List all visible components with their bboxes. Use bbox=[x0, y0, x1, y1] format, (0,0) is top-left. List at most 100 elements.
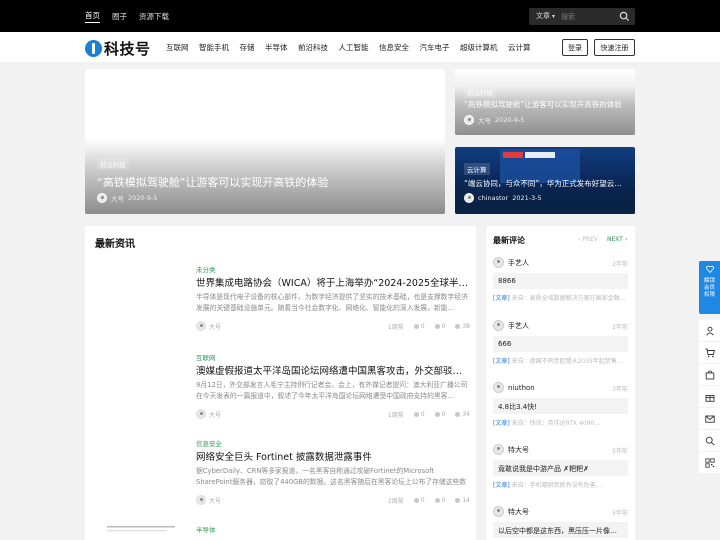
comment-source[interactable]: [文章] 来自：快讯：英伟达RTX 4090… bbox=[493, 418, 628, 427]
top-nav-circle[interactable]: 圈子 bbox=[112, 11, 127, 22]
slide-title[interactable]: “高铁模拟驾驶舱”让游客可以实现开高铁的体验 bbox=[464, 99, 630, 110]
view-count: 38 bbox=[455, 322, 470, 331]
side-bag-button[interactable] bbox=[699, 364, 720, 385]
avatar[interactable] bbox=[97, 193, 107, 203]
post-category[interactable]: 信息安全 bbox=[196, 438, 222, 448]
site-logo[interactable]: 科技号 bbox=[85, 38, 151, 59]
comment-count[interactable]: 0 bbox=[434, 322, 445, 331]
comment-user[interactable]: 特大号 bbox=[493, 506, 529, 517]
nav-smartphone[interactable]: 智能手机 bbox=[199, 42, 229, 53]
like-count[interactable]: 0 bbox=[413, 322, 425, 331]
top-nav-download[interactable]: 资源下载 bbox=[139, 11, 169, 22]
comment-text[interactable]: 4.8比3.4快! bbox=[493, 398, 628, 414]
featured-slide-main[interactable]: 前沿科技 “高铁模拟驾驶舱”让游客可以实现开高铁的体验 大号 2020-9-5 bbox=[85, 69, 445, 214]
side-qrcode-button[interactable] bbox=[699, 452, 720, 473]
login-button[interactable]: 登录 bbox=[562, 39, 588, 56]
post-category[interactable]: 未分类 bbox=[196, 264, 216, 274]
like-count[interactable]: 0 bbox=[413, 496, 425, 505]
register-button[interactable]: 快速注册 bbox=[594, 39, 635, 56]
slide-author[interactable]: 大号 bbox=[111, 193, 124, 203]
slide-meta: 大号 2020-9-5 bbox=[97, 193, 158, 203]
slide-author[interactable]: 大号 bbox=[478, 115, 491, 125]
nav-frontier-tech[interactable]: 前沿科技 bbox=[298, 42, 328, 53]
post-title[interactable]: 世界集成电路协会（WICA）将于上海举办“2024-2025全球半导体… bbox=[196, 275, 470, 289]
post-author[interactable]: 大号 bbox=[196, 495, 221, 505]
avatar[interactable] bbox=[464, 193, 474, 203]
comment-user[interactable]: 手艺人 bbox=[493, 257, 529, 268]
avatar bbox=[196, 409, 206, 419]
search-type-select[interactable]: 文章 bbox=[536, 11, 555, 21]
list-item: 互联网 澳媒虚假报道太平洋岛国论坛网络遭中国黑客攻击，外交部驳斥！ 9月12日，… bbox=[95, 352, 470, 432]
promo-line-3: 权限 bbox=[703, 292, 715, 298]
slide-category-tag[interactable]: 前沿科技 bbox=[464, 86, 496, 98]
comment-value: 0 bbox=[441, 411, 446, 418]
slide-title[interactable]: “端云协同，与众不同”，华为正式发布好望云… bbox=[464, 178, 630, 189]
top-nav-home[interactable]: 首页 bbox=[85, 10, 100, 23]
slide-author[interactable]: chinastor bbox=[478, 194, 508, 202]
side-cart-button[interactable] bbox=[699, 342, 720, 363]
comment-text[interactable]: 666 bbox=[493, 336, 628, 352]
post-category[interactable]: 半导体 bbox=[196, 524, 216, 534]
post-thumbnail[interactable] bbox=[95, 438, 187, 516]
prev-button[interactable]: ‹ PREV bbox=[578, 236, 598, 243]
main-nav: 互联网 智能手机 存储 半导体 前沿科技 人工智能 信息安全 汽车电子 超级计算… bbox=[166, 32, 531, 62]
promo-line-2: 会员 bbox=[703, 285, 715, 291]
post-thumbnail[interactable] bbox=[95, 352, 187, 430]
side-mail-button[interactable] bbox=[699, 408, 720, 429]
post-time: 1周前 bbox=[387, 412, 404, 419]
avatar[interactable] bbox=[464, 115, 474, 125]
view-value: 14 bbox=[462, 497, 470, 504]
nav-security[interactable]: 信息安全 bbox=[379, 42, 409, 53]
next-button[interactable]: NEXT › bbox=[607, 236, 627, 243]
comment-source[interactable]: [文章] 来自：德国不同意欧盟从2035年起禁售… bbox=[493, 356, 628, 365]
side-user-button[interactable] bbox=[699, 320, 720, 341]
comment-text[interactable]: 竟敢说我是中游产品 ✗粑粑✗ bbox=[493, 460, 628, 476]
post-time: 2周前 bbox=[387, 498, 404, 505]
comment-user[interactable]: niuthon bbox=[493, 382, 535, 393]
comment-source[interactable]: [文章] 来自：手机辐射到底有没有危害… bbox=[493, 480, 628, 489]
qrcode-icon bbox=[704, 457, 715, 468]
comment-text[interactable]: 以后空中都是这东西，黑压压一片像蝗虫… bbox=[493, 522, 628, 538]
post-category[interactable]: 互联网 bbox=[196, 352, 216, 362]
comment-source-label: [文章] bbox=[493, 295, 510, 302]
featured-slide-bottom-right[interactable]: 云计算 “端云协同，与众不同”，华为正式发布好望云… chinastor 202… bbox=[455, 147, 635, 214]
like-value: 0 bbox=[420, 497, 425, 504]
nav-internet[interactable]: 互联网 bbox=[166, 42, 189, 53]
post-author[interactable]: 大号 bbox=[196, 321, 221, 331]
search-input[interactable] bbox=[561, 10, 615, 23]
comment-source[interactable]: [文章] 来自：高质全域数据解决方案在国家金融… bbox=[493, 293, 628, 302]
post-thumbnail[interactable] bbox=[95, 264, 187, 342]
diamond-icon bbox=[705, 266, 714, 274]
vip-promo-button[interactable]: 解锁 会员 权限 bbox=[699, 261, 720, 314]
search-box: 文章 bbox=[529, 8, 635, 25]
comment-username: 特大号 bbox=[508, 445, 529, 454]
search-icon[interactable] bbox=[619, 11, 630, 22]
post-title[interactable]: 澳媒虚假报道太平洋岛国论坛网络遭中国黑客攻击，外交部驳斥！ bbox=[196, 363, 470, 377]
comment-text[interactable]: 8866 bbox=[493, 273, 628, 289]
nav-ai[interactable]: 人工智能 bbox=[339, 42, 369, 53]
comment-icon bbox=[434, 324, 440, 329]
nav-semiconductor[interactable]: 半导体 bbox=[265, 42, 288, 53]
post-thumbnail[interactable] bbox=[95, 524, 187, 540]
comment-count[interactable]: 0 bbox=[434, 496, 445, 505]
slide-title[interactable]: “高铁模拟驾驶舱”让游客可以实现开高铁的体验 bbox=[97, 174, 427, 190]
side-search-button[interactable] bbox=[699, 430, 720, 451]
nav-cloud[interactable]: 云计算 bbox=[508, 42, 531, 53]
nav-auto-electronics[interactable]: 汽车电子 bbox=[420, 42, 450, 53]
nav-storage[interactable]: 存储 bbox=[240, 42, 255, 53]
avatar bbox=[196, 321, 206, 331]
featured-slide-top-right[interactable]: 前沿科技 “高铁模拟驾驶舱”让游客可以实现开高铁的体验 大号 2020-9-5 bbox=[455, 69, 635, 135]
comment-user[interactable]: 手艺人 bbox=[493, 320, 529, 331]
view-count: 14 bbox=[455, 496, 470, 505]
side-gift-button[interactable] bbox=[699, 386, 720, 407]
slide-category-tag[interactable]: 前沿科技 bbox=[97, 158, 129, 170]
nav-supercomputer[interactable]: 超级计算机 bbox=[460, 42, 498, 53]
like-count[interactable]: 0 bbox=[413, 410, 425, 419]
like-value: 0 bbox=[420, 323, 425, 330]
comment-count[interactable]: 0 bbox=[434, 410, 446, 419]
post-title[interactable]: 网络安全巨头 Fortinet 披露数据泄露事件 bbox=[196, 449, 470, 463]
slide-category-tag[interactable]: 云计算 bbox=[464, 163, 490, 175]
comment-user[interactable]: 特大号 bbox=[493, 444, 529, 455]
post-author[interactable]: 大号 bbox=[196, 409, 221, 419]
comment-source-label: [文章] bbox=[493, 420, 510, 427]
